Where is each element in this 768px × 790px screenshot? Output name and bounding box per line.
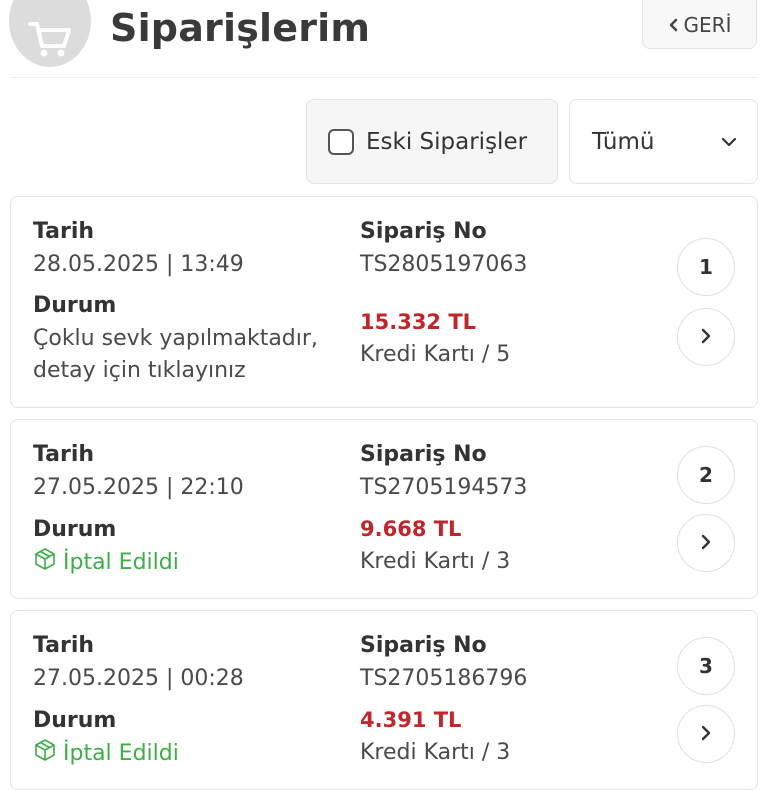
back-button-label: GERİ <box>683 12 732 37</box>
order-date: 27.05.2025 | 00:28 <box>33 666 244 691</box>
order-number: TS2705194573 <box>360 475 528 500</box>
cart-icon <box>9 0 91 67</box>
back-button[interactable]: GERİ <box>642 0 757 49</box>
order-index-badge: 2 <box>677 446 735 504</box>
status-filter-select[interactable]: Tümü <box>569 99 758 184</box>
order-status: İptal Edildi <box>33 738 179 768</box>
payment-method: Kredi Kartı / 3 <box>360 740 511 765</box>
payment-method: Kredi Kartı / 5 <box>360 342 511 367</box>
order-date: 28.05.2025 | 13:49 <box>33 252 244 277</box>
box-icon <box>33 547 57 577</box>
old-orders-label: Eski Siparişler <box>366 128 528 155</box>
order-status-line1[interactable]: Çoklu sevk yapılmaktadır, <box>33 323 318 355</box>
header-divider <box>10 77 758 78</box>
order-no-label: Sipariş No <box>360 633 487 658</box>
order-date: 27.05.2025 | 22:10 <box>33 475 244 500</box>
order-status-line2[interactable]: detay için tıklayınız <box>33 355 246 387</box>
status-label: Durum <box>33 517 117 542</box>
order-card[interactable]: Tarih 27.05.2025 | 22:10 Durum İptal Edi… <box>10 419 758 599</box>
order-detail-button[interactable] <box>677 514 735 572</box>
date-label: Tarih <box>33 219 95 244</box>
chevron-down-icon <box>721 132 737 151</box>
order-status-text: İptal Edildi <box>63 740 179 766</box>
status-label: Durum <box>33 708 117 733</box>
chevron-right-icon <box>701 325 711 349</box>
order-number: TS2805197063 <box>360 252 528 277</box>
order-amount: 15.332 TL <box>360 310 477 334</box>
page-title: Siparişlerim <box>110 6 371 50</box>
order-amount: 9.668 TL <box>360 517 462 541</box>
order-detail-button[interactable] <box>677 308 735 366</box>
date-label: Tarih <box>33 633 95 658</box>
chevron-right-icon <box>701 531 711 555</box>
status-label: Durum <box>33 293 117 318</box>
order-index-badge: 1 <box>677 238 735 296</box>
order-number: TS2705186796 <box>360 666 528 691</box>
order-index-badge: 3 <box>677 637 735 695</box>
order-status: İptal Edildi <box>33 547 179 577</box>
box-icon <box>33 738 57 768</box>
old-orders-checkbox[interactable] <box>328 128 354 155</box>
status-filter-value: Tümü <box>592 128 655 155</box>
page-header: Siparişlerim GERİ <box>0 0 768 78</box>
payment-method: Kredi Kartı / 3 <box>360 549 511 574</box>
order-detail-button[interactable] <box>677 705 735 763</box>
old-orders-toggle[interactable]: Eski Siparişler <box>306 99 558 184</box>
order-no-label: Sipariş No <box>360 219 487 244</box>
order-status-text: İptal Edildi <box>63 549 179 575</box>
date-label: Tarih <box>33 442 95 467</box>
order-card[interactable]: Tarih 28.05.2025 | 13:49 Durum Çoklu sev… <box>10 196 758 408</box>
chevron-right-icon <box>701 722 711 746</box>
order-no-label: Sipariş No <box>360 442 487 467</box>
order-amount: 4.391 TL <box>360 708 462 732</box>
chevron-left-icon <box>668 13 678 37</box>
order-card[interactable]: Tarih 27.05.2025 | 00:28 Durum İptal Edi… <box>10 610 758 790</box>
